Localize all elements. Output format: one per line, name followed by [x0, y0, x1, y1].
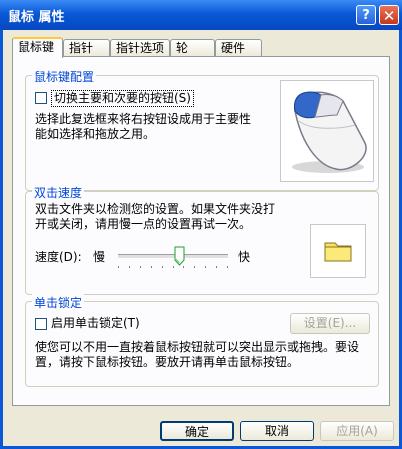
slider-tick [183, 266, 184, 268]
tab-wheel[interactable]: 轮 [170, 39, 215, 57]
slider-tick [118, 266, 119, 268]
slider-tick [205, 266, 206, 268]
window-title: 鼠标 属性 [8, 10, 65, 25]
tab-pointer-options[interactable]: 指针选项 [110, 39, 170, 57]
click-lock-checkbox[interactable] [35, 318, 47, 330]
tab-hardware[interactable]: 硬件 [215, 39, 262, 57]
ok-button[interactable]: 确定 [160, 421, 234, 441]
click-lock-label[interactable]: 启用单击锁定(T) [51, 316, 140, 331]
slider-tick [173, 266, 174, 268]
slider-tick [194, 266, 195, 268]
apply-button[interactable]: 应用(A) [320, 421, 394, 441]
window-border-left [0, 30, 3, 449]
button-config-title: 鼠标键配置 [32, 68, 97, 85]
slider-tick [227, 266, 228, 268]
slider-ticks [118, 266, 228, 269]
click-lock-group: 单击锁定 启用单击锁定(T) 设置(E)... 使您可以不用一直按着鼠标按钮就可… [25, 294, 379, 387]
fast-label: 快 [238, 250, 251, 264]
double-click-description: 双击文件夹以检测您的设置。如果文件夹没打开或关闭，请用慢一点的设置再试一次。 [35, 202, 276, 231]
help-button[interactable]: ? [356, 5, 376, 25]
close-button[interactable]: ✕ [379, 5, 399, 25]
tab-panel: 鼠标键配置 切换主要和次要的按钮(S) 选择此复选框来将右按钮设成用于主要性能如… [12, 56, 390, 406]
click-lock-settings-button[interactable]: 设置(E)... [290, 313, 370, 334]
slider-tick [129, 266, 130, 268]
button-config-group: 鼠标键配置 切换主要和次要的按钮(S) 选择此复选框来将右按钮设成用于主要性能如… [25, 68, 379, 191]
switch-buttons-checkbox[interactable] [35, 92, 47, 104]
slider-tick [216, 266, 217, 268]
switch-buttons-label[interactable]: 切换主要和次要的按钮(S) [51, 90, 194, 107]
click-lock-title: 单击锁定 [32, 294, 85, 311]
cancel-button[interactable]: 取消 [240, 421, 314, 441]
double-click-title: 双击速度 [32, 184, 85, 201]
title-bar: 鼠标 属性 ? ✕ [0, 0, 402, 30]
speed-slider[interactable] [118, 246, 228, 274]
click-lock-description: 使您可以不用一直按着鼠标按钮就可以突出显示或拖拽。要设置，请按下鼠标按钮。要放开… [35, 340, 360, 369]
tab-pointers[interactable]: 指针 [63, 39, 110, 57]
test-folder[interactable] [310, 224, 366, 278]
button-config-description: 选择此复选框来将右按钮设成用于主要性能如选择和拖放之用。 [35, 112, 252, 141]
tab-buttons[interactable]: 鼠标键 [12, 37, 63, 58]
mouse-preview [280, 80, 374, 182]
slider-tick [151, 266, 152, 268]
slider-tick [162, 266, 163, 268]
speed-label: 速度(D): [35, 250, 82, 264]
slow-label: 慢 [93, 250, 106, 264]
double-click-group: 双击速度 双击文件夹以检测您的设置。如果文件夹没打开或关闭，请用慢一点的设置再试… [25, 184, 379, 295]
folder-icon [324, 242, 352, 262]
slider-thumb[interactable] [174, 246, 185, 266]
slider-tick [140, 266, 141, 268]
slider-track [118, 254, 228, 259]
mouse-icon [292, 91, 367, 173]
